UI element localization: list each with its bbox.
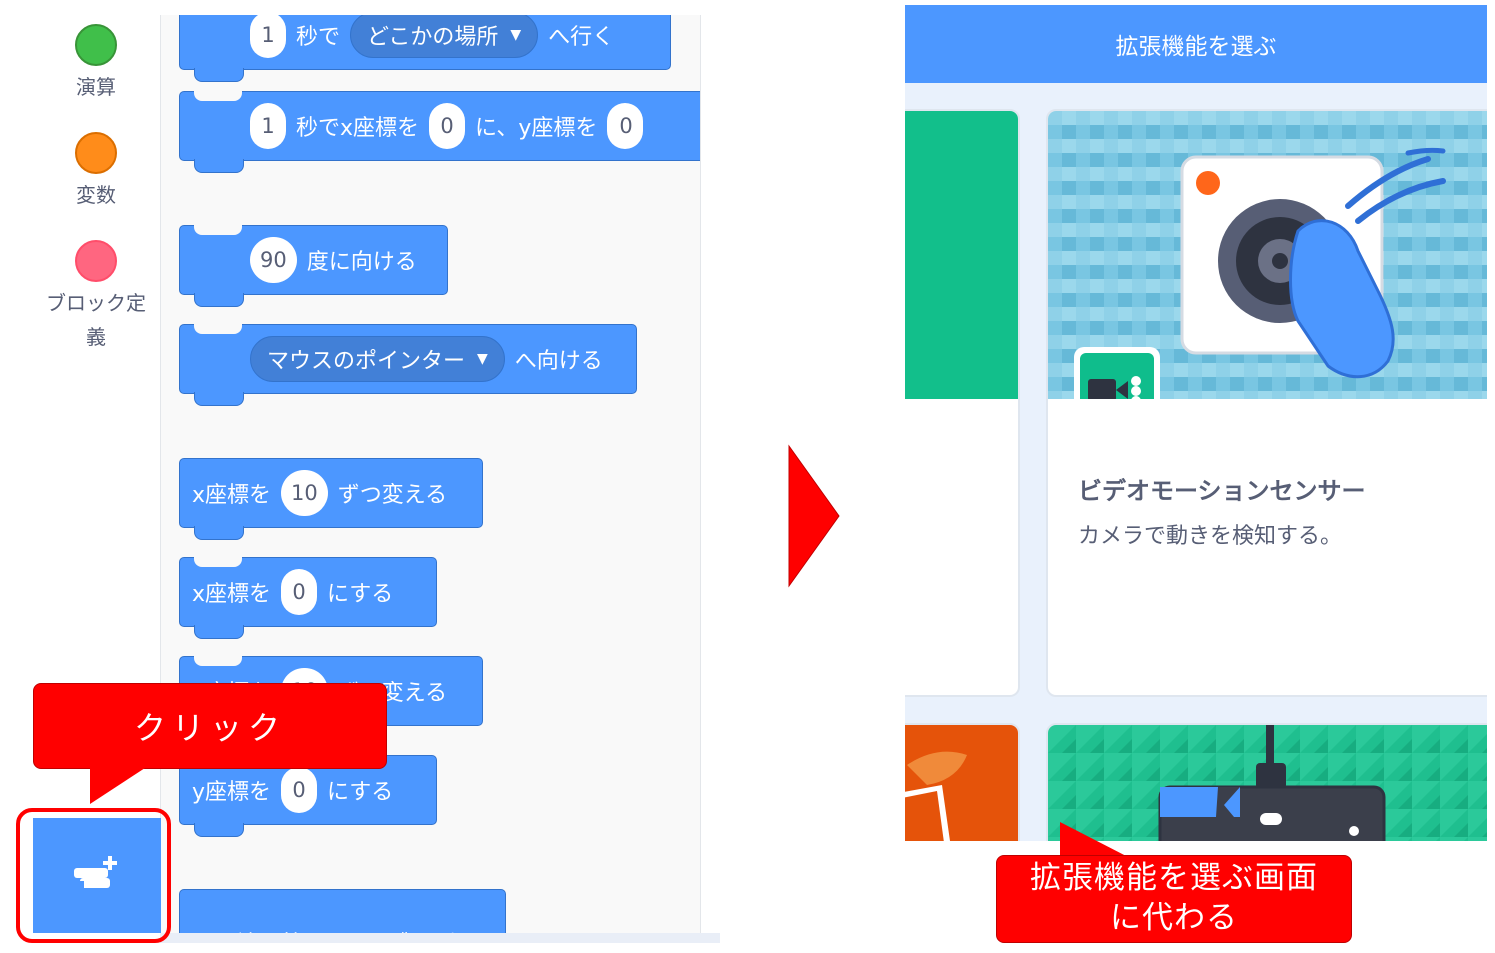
glide-seconds-label: 秒で [296, 25, 341, 50]
category-operators-label: 演算 [76, 75, 116, 99]
point-towards-value: マウスのポインター [267, 349, 466, 374]
block-set-x[interactable]: x座標を 0 にする [179, 557, 437, 639]
change-x-label-1: x座標を [192, 483, 272, 508]
extension-library-title: 拡張機能を選ぶ [1115, 34, 1277, 60]
block-glide-xy[interactable]: 1 秒でx座標を 0 に、y座標を 0 [179, 91, 701, 173]
change-x-label-2: ずつ変える [337, 483, 448, 508]
chevron-down-icon: ▼ [510, 27, 522, 43]
palette-bottom-edge [160, 933, 720, 943]
extension-library-header: 拡張機能を選ぶ [905, 5, 1487, 83]
category-my-blocks-label: ブロック定義 [46, 291, 146, 349]
category-operators-dot [75, 24, 117, 66]
glide-xy-label-1: 秒でx座標を [296, 116, 420, 141]
category-variables[interactable]: 変数 [20, 132, 172, 212]
category-variables-label: 変数 [76, 183, 116, 207]
extension-card-video-sensing[interactable]: ビデオモーションセンサー カメラで動きを検知する。 [1046, 109, 1487, 697]
category-operators[interactable]: 演算 [20, 24, 172, 104]
arrow-right-icon [788, 444, 840, 588]
change-x-input[interactable]: 10 [281, 470, 328, 516]
glide-target-dropdown[interactable]: どこかの場所 ▼ [350, 15, 539, 58]
extension-card-pen[interactable] [905, 723, 1020, 841]
extension-library-body: ビデオモーションセンサー カメラで動きを検知する。 [905, 83, 1487, 841]
click-callout-text: クリック [133, 709, 286, 747]
set-y-input[interactable]: 0 [281, 767, 318, 813]
glide-xy-label-2: に、y座標を [475, 116, 598, 141]
glide-xy-y-input[interactable]: 0 [607, 103, 644, 149]
set-y-label-2: にする [327, 780, 394, 805]
category-my-blocks[interactable]: ブロック定義 [38, 240, 154, 354]
block-notch [194, 656, 242, 666]
set-x-input[interactable]: 0 [281, 569, 318, 615]
add-extension-highlight [16, 808, 171, 943]
glide-xy-x-input[interactable]: 0 [429, 103, 466, 149]
category-my-blocks-dot [75, 240, 117, 282]
block-point-towards[interactable]: マウスのポインター ▼ へ向ける [179, 324, 637, 406]
glide-go-label: へ行く [548, 25, 615, 50]
click-callout: クリック [33, 683, 387, 769]
glide-seconds-input[interactable]: 1 [250, 15, 286, 58]
block-glide-to[interactable]: 1 秒で どこかの場所 ▼ へ行く [179, 15, 671, 82]
set-x-label-2: にする [327, 582, 394, 607]
direction-input[interactable]: 90 [250, 237, 297, 283]
palette-scrollbar[interactable] [700, 15, 721, 935]
block-palette: 1 秒で どこかの場所 ▼ へ行く 1 秒でx座標を 0 に、y座標を 0 90… [160, 15, 701, 935]
block-point-in-direction[interactable]: 90 度に向ける [179, 225, 448, 307]
chevron-down-icon: ▼ [477, 351, 488, 367]
change-callout-tail [1060, 822, 1130, 858]
point-towards-dropdown[interactable]: マウスのポインター ▼ [250, 336, 505, 382]
video-sensing-description: カメラで動きを検知する。 [1078, 524, 1343, 549]
point-towards-label: へ向ける [514, 349, 603, 374]
glide-xy-seconds-input[interactable]: 1 [250, 103, 286, 149]
block-notch [194, 324, 242, 334]
change-callout: 拡張機能を選ぶ画面 に代わる [996, 855, 1352, 943]
glide-target-value: どこかの場所 [367, 25, 499, 50]
block-notch [194, 91, 242, 101]
direction-label: 度に向ける [306, 250, 417, 275]
video-sensing-title: ビデオモーションセンサー [1078, 477, 1366, 505]
block-notch [194, 557, 242, 567]
click-callout-tail [90, 768, 145, 804]
extension-card-music-image [905, 111, 1018, 399]
set-y-label-1: y座標を [192, 780, 272, 805]
extension-card-music[interactable] [905, 109, 1020, 697]
change-callout-line-2: に代わる [1110, 900, 1238, 936]
extension-card-pen-image [905, 725, 1018, 841]
category-variables-dot [75, 132, 117, 174]
block-bounce[interactable]: もし端に着いたら、跳ね返る [179, 889, 506, 935]
set-x-label-1: x座標を [192, 582, 272, 607]
block-notch [194, 225, 242, 235]
video-sensing-image [1048, 111, 1487, 399]
change-callout-line-1: 拡張機能を選ぶ画面 [1030, 860, 1318, 896]
block-change-x[interactable]: x座標を 10 ずつ変える [179, 458, 483, 540]
